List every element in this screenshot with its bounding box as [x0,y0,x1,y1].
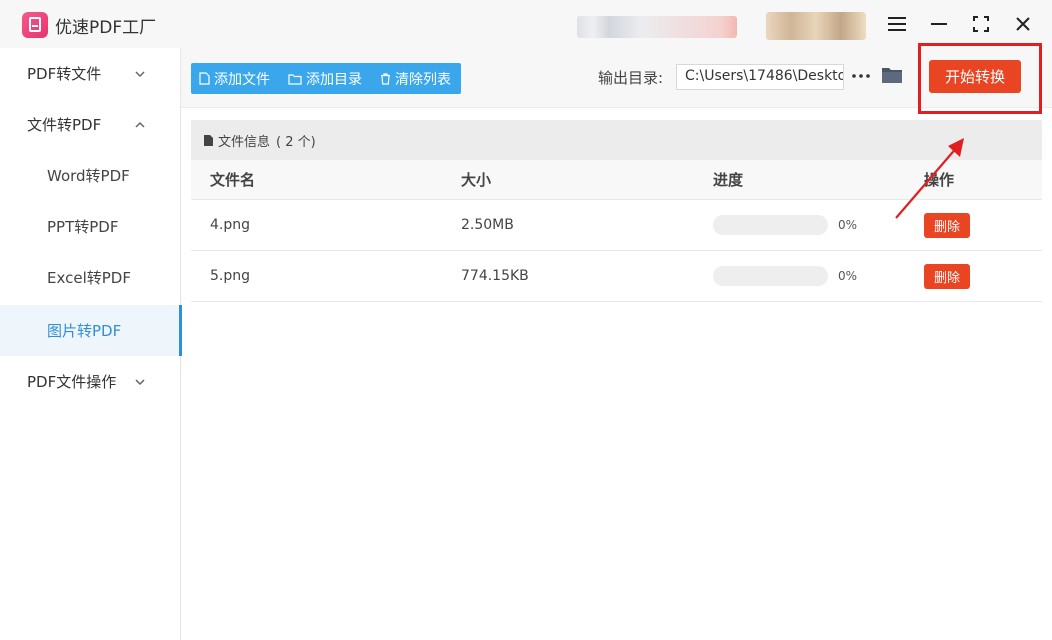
file-size: 2.50MB [461,217,514,233]
clear-list-label: 清除列表 [395,71,451,88]
annotation-highlight-box [918,43,1042,114]
delete-button[interactable]: 删除 [924,212,970,238]
progress-cell: 0% [713,251,857,301]
app-logo-icon [22,12,48,38]
column-header-progress: 进度 [713,171,744,189]
table-row: 4.png 2.50MB 0% 删除 [191,200,1042,251]
file-name: 4.png [210,217,251,233]
close-icon[interactable] [1008,10,1038,38]
blurred-avatar [766,12,866,40]
file-info-label: 文件信息 [218,134,271,150]
file-name: 5.png [210,268,251,284]
progress-percent: 0% [838,269,858,283]
blurred-account-info [577,16,737,38]
sidebar-item-label: Excel转PDF [47,269,131,287]
sidebar-item-image-to-pdf[interactable]: 图片转PDF [0,305,182,356]
file-icon [199,72,210,85]
column-header-action: 操作 [924,171,955,189]
add-file-button[interactable]: 添加文件 [199,69,270,89]
progress-bar [713,215,828,235]
table-row: 5.png 774.15KB 0% 删除 [191,251,1042,302]
clear-list-button[interactable]: 清除列表 [380,69,451,89]
sidebar: PDF转文件 文件转PDF Word转PDF PPT转PDF Excel转PDF… [0,48,182,640]
trash-icon [381,72,390,85]
file-list-panel: 文件信息 ( 2 个) 文件名 大小 进度 操作 4.png 2.50MB 0%… [191,120,1042,640]
file-info-bar: 文件信息 ( 2 个) [191,120,1042,160]
chevron-up-icon [135,121,145,128]
table-header: 文件名 大小 进度 操作 [191,160,1042,200]
column-header-name: 文件名 [210,171,256,189]
sidebar-item-ppt-to-pdf[interactable]: PPT转PDF [0,201,181,252]
sidebar-item-pdf-to-file[interactable]: PDF转文件 [0,48,181,99]
document-icon [204,134,213,146]
progress-bar [713,266,828,286]
add-file-label: 添加文件 [214,71,270,88]
sidebar-item-pdf-operations[interactable]: PDF文件操作 [0,356,181,407]
add-folder-button[interactable]: 添加目录 [288,69,362,89]
chevron-down-icon [135,71,145,78]
output-dir-field[interactable]: C:\Users\17486\Deskto [676,64,844,90]
add-folder-label: 添加目录 [306,71,362,88]
output-dir-label: 输出目录: [598,69,664,87]
folder-icon[interactable] [881,65,903,85]
action-cell: 删除 [924,200,970,250]
sidebar-item-excel-to-pdf[interactable]: Excel转PDF [0,252,181,303]
sidebar-item-file-to-pdf[interactable]: 文件转PDF [0,99,181,150]
chevron-down-icon [135,379,145,386]
progress-percent: 0% [838,218,858,232]
more-options-icon[interactable] [851,68,871,84]
minimize-icon[interactable] [924,10,954,38]
file-actions-group: 添加文件 添加目录 清除列表 [191,63,461,94]
sidebar-item-label: 图片转PDF [47,322,122,340]
progress-cell: 0% [713,200,857,250]
app-title: 优速PDF工厂 [55,18,157,38]
folder-outline-icon [288,73,302,85]
sidebar-item-label: PDF转文件 [27,65,102,83]
sidebar-item-word-to-pdf[interactable]: Word转PDF [0,150,181,201]
file-count: ( 2 个) [276,134,316,150]
sidebar-item-label: PDF文件操作 [27,373,117,391]
file-size: 774.15KB [461,268,529,284]
sidebar-item-label: 文件转PDF [27,116,102,134]
sidebar-item-label: Word转PDF [47,167,130,185]
column-header-size: 大小 [461,171,492,189]
menu-icon[interactable] [882,10,912,38]
sidebar-item-label: PPT转PDF [47,218,119,236]
action-cell: 删除 [924,251,970,301]
title-bar: 优速PDF工厂 [0,0,1052,48]
delete-button[interactable]: 删除 [924,263,970,289]
maximize-icon[interactable] [966,10,996,38]
app-window: 优速PDF工厂 PDF转文件 文件转PDF Word转PDF PPT转PDF E… [0,0,1052,640]
